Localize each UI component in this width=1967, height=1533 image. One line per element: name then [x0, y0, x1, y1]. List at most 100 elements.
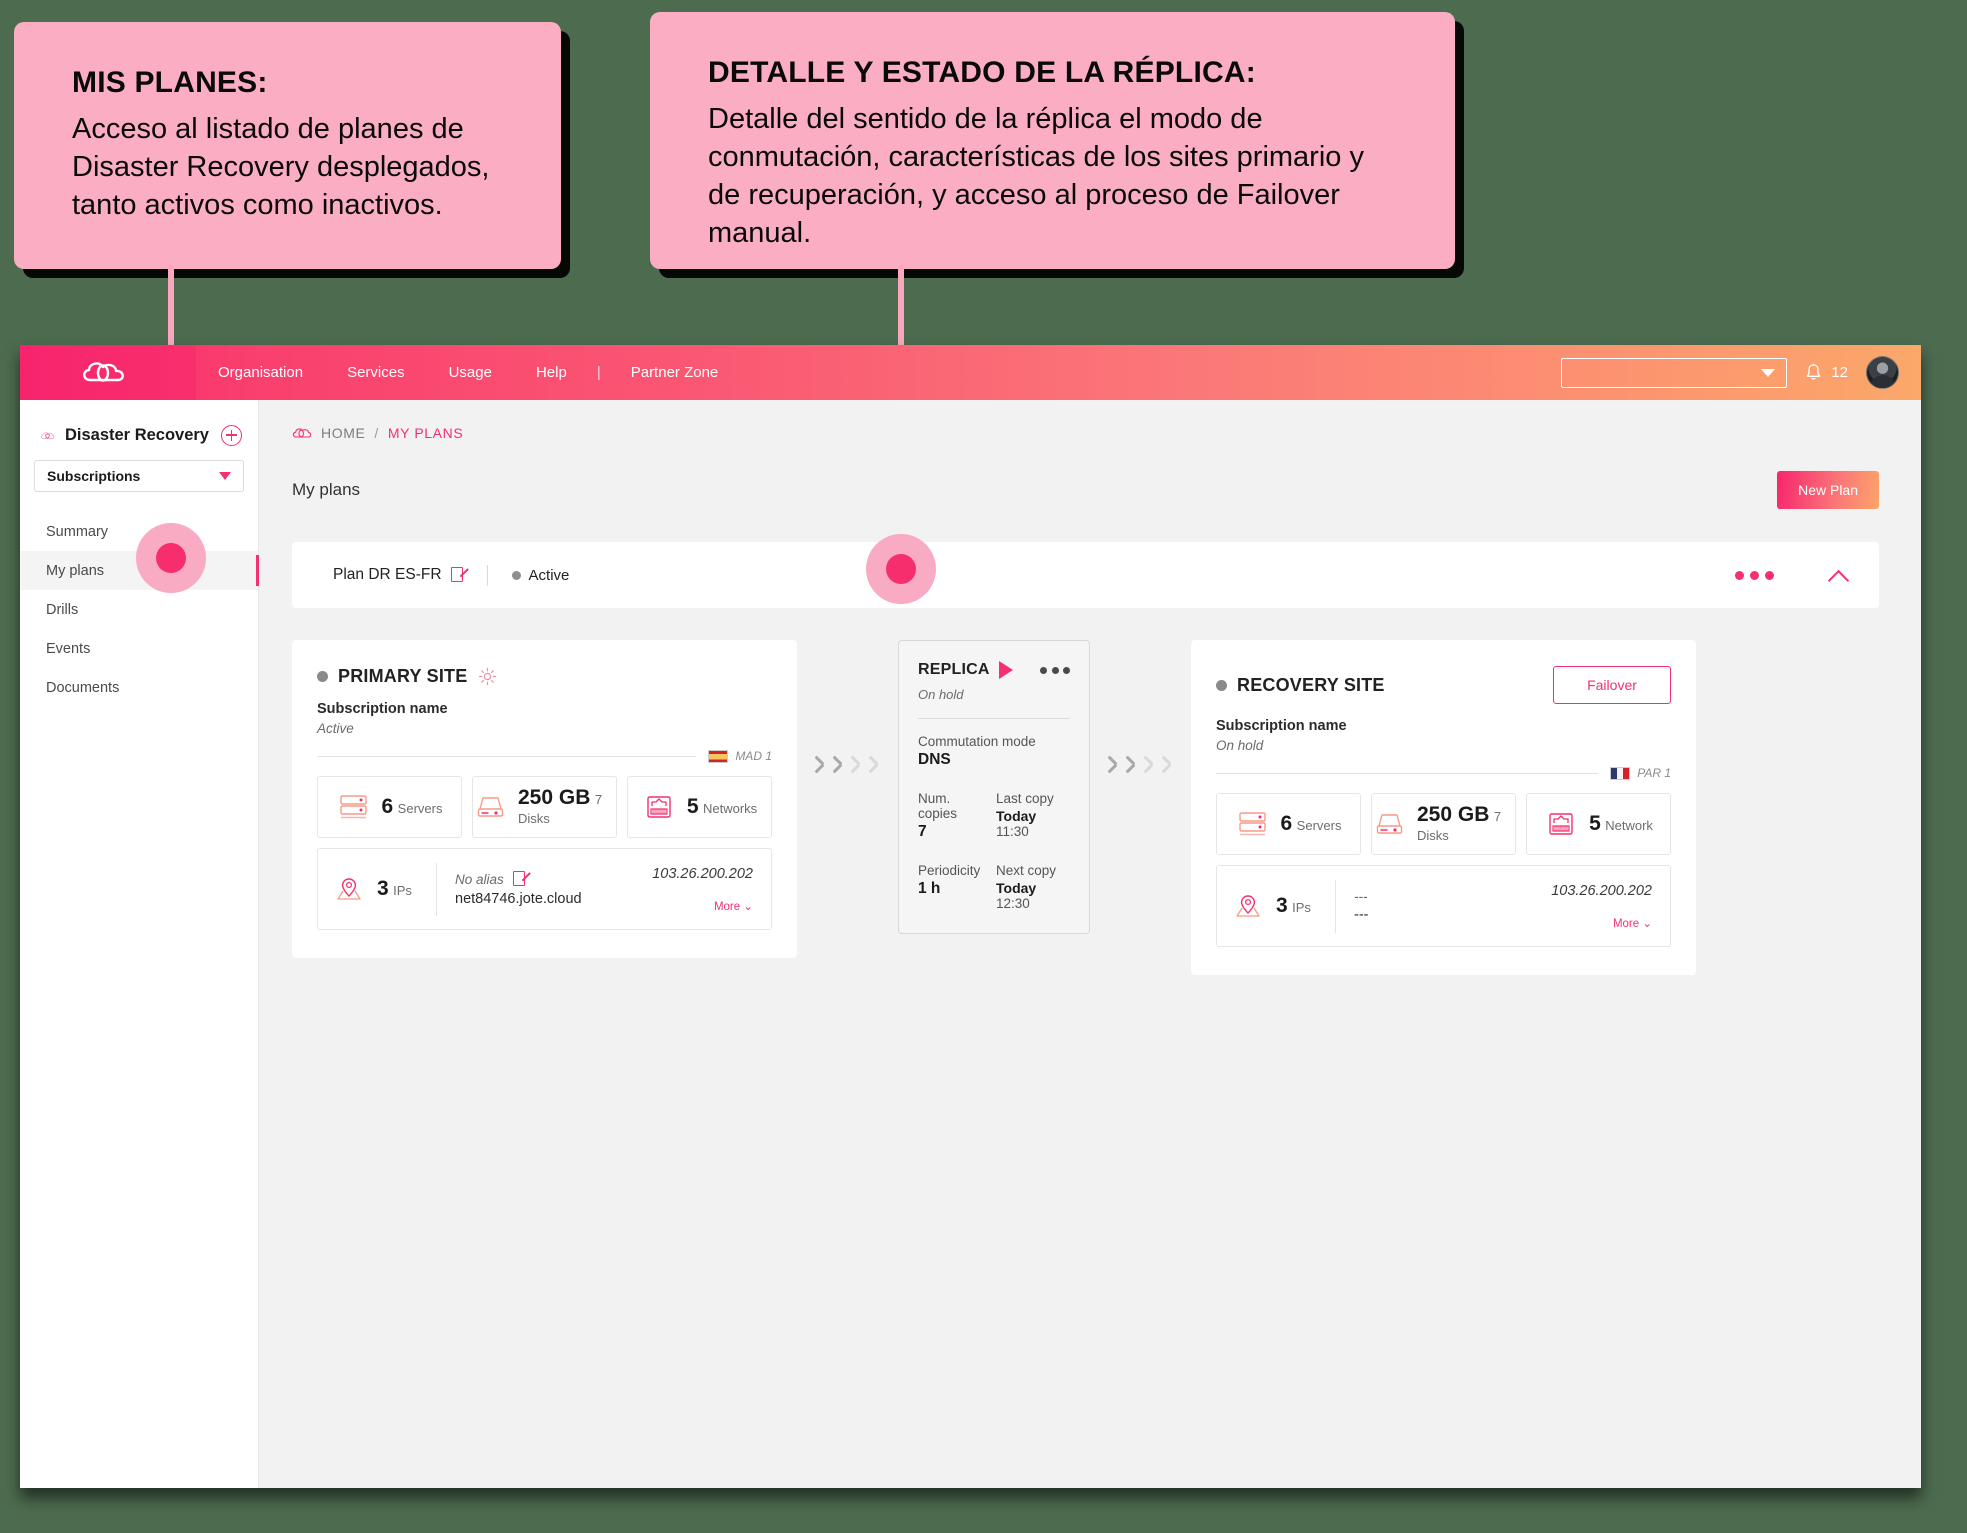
failover-button[interactable]: Failover: [1553, 666, 1671, 704]
stat-networks-text: 5 Networks: [687, 795, 757, 819]
sidebar-item-documents[interactable]: Documents: [20, 668, 258, 707]
stat-value: 250 GB: [518, 786, 591, 810]
recovery-ip-address-block: 103.26.200.202 More ⌄: [1551, 883, 1652, 930]
nav-item-organisation[interactable]: Organisation: [196, 345, 325, 400]
ip-count-value: 3: [1276, 894, 1288, 918]
disaster-recovery-shield-cloud-icon: [41, 432, 55, 439]
recovery-ip-address: 103.26.200.202: [1551, 882, 1652, 899]
disk-icon: [473, 792, 507, 822]
edit-alias-icon[interactable]: [512, 871, 531, 888]
last-copy-block: Last copy Today 11:30: [992, 791, 1070, 841]
primary-ips-summary: 3 IPs: [332, 874, 436, 904]
plan-status: Active: [511, 567, 569, 584]
num-copies-value: 7: [918, 823, 927, 840]
gear-icon[interactable]: [478, 667, 497, 686]
periodicity-label: Periodicity: [918, 863, 981, 878]
replica-header: REPLICA: [918, 661, 1070, 679]
primary-ips-text: 3 IPs: [377, 877, 412, 901]
cloud-logo[interactable]: [20, 345, 196, 400]
nav-item-partner-zone[interactable]: Partner Zone: [609, 345, 741, 400]
edit-plan-name-icon[interactable]: [450, 566, 469, 584]
stat-servers[interactable]: 6 Servers: [1216, 793, 1361, 855]
stat-value: 6: [1280, 812, 1293, 836]
stat-disks[interactable]: 250 GB 7 Disks: [1371, 793, 1516, 855]
recovery-site-card: RECOVERY SITE Failover Subscription name…: [1191, 640, 1696, 975]
sidebar-item-drills[interactable]: Drills: [20, 590, 258, 629]
recovery-ips-text: 3 IPs: [1276, 894, 1311, 918]
nav-item-help[interactable]: Help: [514, 345, 589, 400]
recovery-site-title: RECOVERY SITE: [1237, 674, 1385, 695]
primary-ip-host: net84746.jote.cloud: [455, 891, 582, 907]
chevron-right-icon: [867, 752, 882, 778]
ip-count-label: IPs: [393, 883, 412, 899]
callout-replica-detail-title: DETALLE Y ESTADO DE LA RÉPLICA:: [708, 56, 1256, 89]
location-pin-icon: [332, 874, 366, 904]
page-title: My plans: [292, 480, 361, 499]
flag-france-icon: [1610, 766, 1631, 780]
new-plan-button[interactable]: New Plan: [1777, 471, 1879, 509]
chevron-down-icon: [219, 472, 231, 480]
chevron-right-icon: [1160, 752, 1175, 778]
stat-label: Servers: [397, 801, 443, 817]
chevron-right-icon: [813, 752, 828, 778]
last-copy-day: Today: [996, 808, 1037, 824]
plan-overflow-menu-icon[interactable]: [1735, 570, 1774, 580]
sites-row: PRIMARY SITE Subscription name Active MA…: [292, 640, 1879, 975]
notifications-button[interactable]: 12: [1805, 363, 1848, 382]
avatar[interactable]: [1866, 356, 1899, 389]
primary-ips-box: 3 IPs No alias net84746.jote.cloud 103.2…: [317, 848, 772, 930]
sidebar-item-events[interactable]: Events: [20, 629, 258, 668]
chevron-right-icon: [849, 752, 864, 778]
replication-arrows-left: [797, 752, 898, 778]
primary-stats-row: 6 Servers 250 GB 7 Disks 5 Networks: [317, 776, 772, 838]
recovery-region-label: PAR 1: [1637, 766, 1671, 780]
plan-name: Plan DR ES-FR: [333, 566, 442, 583]
stat-disks[interactable]: 250 GB 7 Disks: [472, 776, 617, 838]
primary-ip-more-link[interactable]: More ⌄: [652, 899, 753, 913]
num-copies-block: Num. copies 7: [918, 791, 992, 841]
add-plan-icon[interactable]: [221, 424, 242, 446]
breadcrumb-home[interactable]: HOME: [321, 425, 365, 441]
status-dot-icon: [511, 570, 521, 580]
network-icon: [1544, 809, 1578, 839]
notifications-count: 12: [1831, 364, 1848, 381]
location-pin-icon: [1231, 891, 1265, 921]
primary-subscription-name: Subscription name: [317, 701, 448, 717]
periodicity-block: Periodicity 1 h: [918, 863, 992, 911]
divider: [1216, 772, 1599, 774]
top-nav-items: Organisation Services Usage Help | Partn…: [196, 345, 740, 400]
ip-count-label: IPs: [1292, 900, 1311, 916]
poster-stage: MIS PLANES: Acceso al listado de planes …: [0, 0, 1967, 1533]
bell-icon: [1807, 363, 1821, 380]
recovery-subscription-state: On hold: [1216, 738, 1264, 753]
stat-disks-text: 250 GB 7 Disks: [518, 786, 616, 827]
subscriptions-select[interactable]: Subscriptions: [34, 460, 244, 492]
sidebar-item-label: Documents: [46, 679, 120, 696]
global-select-dropdown[interactable]: [1561, 357, 1788, 388]
plan-header-actions: [1735, 565, 1849, 585]
play-icon[interactable]: [998, 661, 1013, 679]
commutation-mode-value: DNS: [918, 751, 951, 768]
replica-overflow-menu-icon[interactable]: [1040, 666, 1070, 674]
callout-replica-detail: DETALLE Y ESTADO DE LA RÉPLICA: Detalle …: [650, 12, 1455, 269]
primary-subscription-state: Active: [317, 721, 354, 736]
divider: [1335, 879, 1336, 933]
stat-servers[interactable]: 6 Servers: [317, 776, 462, 838]
last-copy-time: 11:30: [996, 824, 1029, 839]
plan-header-bar[interactable]: Plan DR ES-FR Active: [292, 542, 1879, 608]
sidebar-product-header: Disaster Recovery: [20, 400, 258, 460]
stat-networks[interactable]: 5 Network: [1526, 793, 1671, 855]
stat-networks[interactable]: 5 Networks: [627, 776, 772, 838]
callout-target-dot-replica: [866, 534, 936, 604]
server-icon: [1236, 809, 1270, 839]
primary-site-title: PRIMARY SITE: [338, 666, 468, 686]
callout-my-plans-body: Acceso al listado de planes de Disaster …: [72, 113, 490, 221]
sidebar-item-label: Events: [46, 640, 91, 657]
replica-state: On hold: [918, 687, 964, 702]
primary-site-card: PRIMARY SITE Subscription name Active MA…: [292, 640, 797, 958]
recovery-ip-more-link[interactable]: More ⌄: [1551, 916, 1652, 930]
nav-item-usage[interactable]: Usage: [427, 345, 514, 400]
chevron-up-icon[interactable]: [1829, 565, 1849, 585]
recovery-ips-box: 3 IPs --- --- 103.26.200.202 More ⌄: [1216, 865, 1671, 947]
nav-item-services[interactable]: Services: [325, 345, 427, 400]
